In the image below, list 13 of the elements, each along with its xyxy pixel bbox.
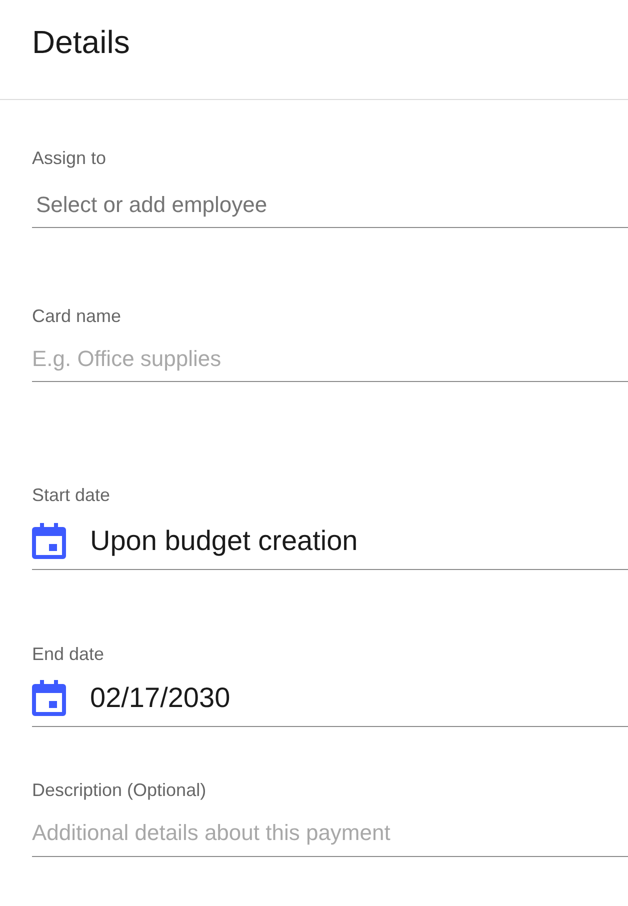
calendar-icon xyxy=(32,522,66,558)
input-field[interactable]: E.g. Office supplies xyxy=(32,336,628,382)
panel-title: Details xyxy=(32,23,130,62)
date-field[interactable]: 02/17/2030 xyxy=(90,677,628,719)
calendar-icon xyxy=(32,680,66,716)
date-field[interactable]: Upon budget creation xyxy=(90,520,628,562)
input-field[interactable]: Additional details about this payment xyxy=(32,810,628,857)
field-label: End date xyxy=(32,643,104,666)
field-label: Card name xyxy=(32,305,122,328)
field-label: Assign to xyxy=(32,147,106,170)
employee-select[interactable]: Select or add employee xyxy=(32,182,628,228)
field-label: Description (Optional) xyxy=(32,779,206,802)
field-label: Start date xyxy=(32,484,110,507)
